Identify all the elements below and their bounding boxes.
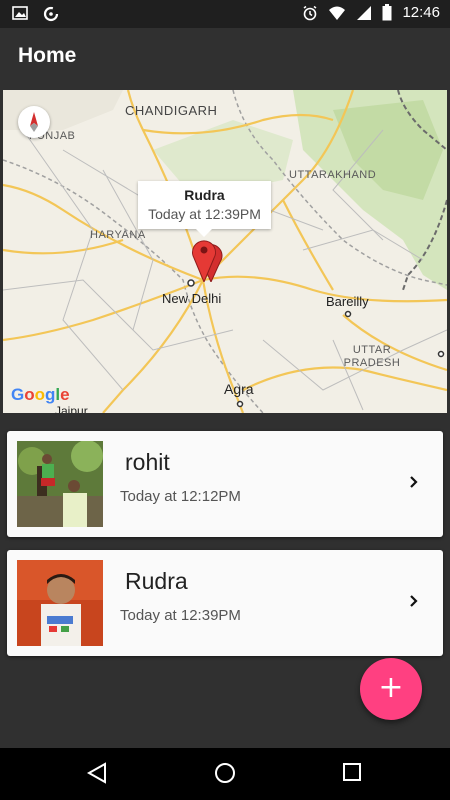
page-title: Home xyxy=(18,44,77,67)
compass-button[interactable] xyxy=(18,106,50,138)
back-icon[interactable] xyxy=(86,762,108,784)
navigation-bar xyxy=(0,748,450,800)
map-label-haryana: HARYANA xyxy=(90,229,146,241)
image-icon xyxy=(12,6,28,20)
status-time: 12:46 xyxy=(402,4,440,21)
alarm-icon xyxy=(304,5,317,20)
entry-time: Today at 12:39PM xyxy=(120,607,241,624)
info-window-title: Rudra xyxy=(184,187,225,203)
google-logo: Google xyxy=(11,385,70,404)
map-city-new-delhi: New Delhi xyxy=(162,291,222,306)
signal-icon xyxy=(357,5,372,20)
add-button[interactable]: + xyxy=(360,658,422,720)
sync-icon xyxy=(43,6,59,22)
map-label-uttarakhand: UTTARAKHAND xyxy=(289,169,377,181)
map-city-bareilly: Bareilly xyxy=(326,294,369,309)
map-city-jaipur: Jaipur xyxy=(55,404,88,413)
map-info-window[interactable]: Rudra Today at 12:39PM xyxy=(138,181,271,237)
compass-icon xyxy=(30,112,38,132)
map-label-uttar-pradesh: UTTAR PRADESH xyxy=(343,344,401,369)
chevron-right-icon xyxy=(410,595,418,607)
app-bar: Home xyxy=(0,28,450,88)
status-bar: 12:46 xyxy=(0,0,450,28)
map-label-chandigarh: CHANDIGARH xyxy=(125,103,218,118)
info-window-time: Today at 12:39PM xyxy=(148,206,261,222)
map-marker-rudra[interactable] xyxy=(191,238,217,282)
chevron-right-icon xyxy=(410,476,418,488)
list-item[interactable]: Rudra Today at 12:39PM xyxy=(7,550,443,656)
entry-name: Rudra xyxy=(125,568,188,594)
recents-icon[interactable] xyxy=(342,762,362,782)
entry-time: Today at 12:12PM xyxy=(120,488,241,505)
list-item[interactable]: rohit Today at 12:12PM xyxy=(7,431,443,537)
map-view[interactable]: CHANDIGARH PUNJAB UTTARAKHAND HARYANA UT… xyxy=(3,90,447,413)
add-icon: + xyxy=(378,670,404,705)
wifi-icon xyxy=(329,6,346,20)
entry-name: rohit xyxy=(125,449,170,475)
avatar xyxy=(17,441,103,527)
avatar xyxy=(17,560,103,646)
map-city-agra: Agra xyxy=(224,381,254,397)
home-icon[interactable] xyxy=(214,762,236,784)
battery-icon xyxy=(382,4,392,21)
